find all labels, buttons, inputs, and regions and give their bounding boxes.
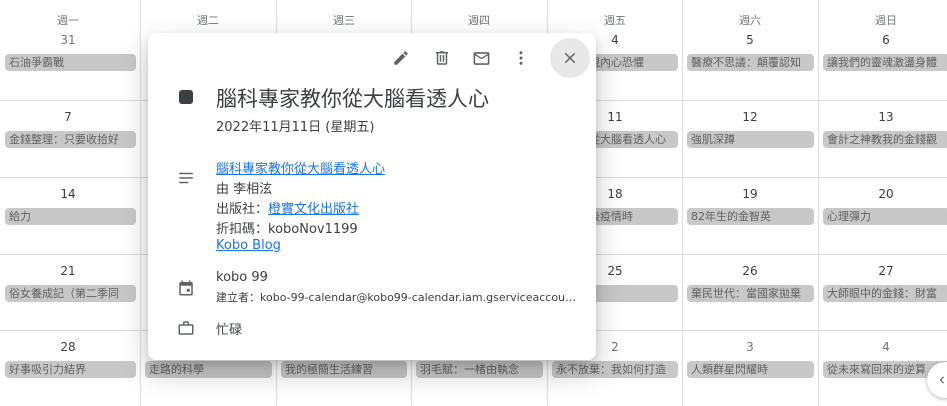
close-popup-button[interactable]: [550, 38, 590, 78]
event-chip[interactable]: 82年生的金智英: [687, 208, 814, 225]
day-number[interactable]: 6: [818, 33, 947, 47]
event-chip[interactable]: 金錢整理：只要收拾好: [5, 131, 136, 148]
event-chip[interactable]: 俗女養成記（第二季同: [5, 285, 136, 302]
weekday-header: 週四: [468, 14, 490, 27]
calendar-name: kobo 99: [216, 270, 268, 285]
edit-event-button[interactable]: [388, 45, 414, 71]
author-text: 由 李相泫: [216, 182, 273, 197]
event-chip[interactable]: 好事吸引力結界: [5, 361, 136, 378]
kobo-blog-link[interactable]: Kobo Blog: [216, 238, 281, 253]
weekday-header: 週六: [739, 14, 761, 27]
discount-code-text: 折扣碼：koboNov1199: [216, 222, 358, 237]
event-date: 2022年11月11日 (星期五): [216, 120, 375, 135]
event-chip[interactable]: 走路的科學: [145, 361, 272, 378]
weekday-header: 週一: [57, 14, 79, 27]
weekday-header: 週三: [333, 14, 355, 27]
day-number[interactable]: 3: [682, 340, 818, 354]
event-chip[interactable]: 羽毛賦：一楮由執念: [416, 361, 543, 378]
publisher-label: 出版社：: [216, 202, 269, 217]
delete-icon: [436, 51, 448, 65]
weekday-header: 週日: [875, 14, 897, 27]
day-number[interactable]: 28: [0, 340, 136, 354]
description-icon: [179, 172, 193, 184]
day-number[interactable]: 21: [0, 264, 136, 278]
day-number[interactable]: 19: [682, 187, 818, 201]
weekday-header: 週二: [197, 14, 219, 27]
event-chip[interactable]: 讓我們的靈魂激盪身體: [823, 54, 947, 71]
availability-status: 忙碌: [216, 323, 243, 338]
calendar-icon: [179, 280, 193, 296]
description-title-link[interactable]: 腦科專家教你從大腦看透人心: [216, 158, 385, 177]
event-chip[interactable]: 人類群星閃耀時: [687, 361, 814, 378]
day-number[interactable]: 13: [818, 110, 947, 124]
event-chip[interactable]: 大師眼中的金錢：財富: [823, 285, 947, 302]
weekday-header: 週五: [604, 14, 626, 27]
day-number[interactable]: 20: [818, 187, 947, 201]
calendar-creator: 建立者：kobo-99-calendar@kobo99-calendar.iam…: [216, 291, 578, 304]
close-icon: [564, 52, 576, 64]
publisher-link[interactable]: 橙實文化出版社: [268, 202, 359, 217]
event-chip[interactable]: 石油爭霸戰: [5, 54, 136, 71]
day-number[interactable]: 27: [818, 264, 947, 278]
event-color-square: [179, 90, 193, 104]
day-number[interactable]: 14: [0, 187, 136, 201]
busy-icon: [178, 321, 194, 335]
publisher-line: 出版社：橙實文化出版社: [216, 198, 359, 217]
delete-event-button[interactable]: [429, 45, 455, 71]
more-options-button[interactable]: [508, 45, 534, 71]
day-number[interactable]: 4: [818, 340, 947, 354]
email-icon: [473, 51, 489, 65]
event-chip[interactable]: 棄民世代：當國家拋棄: [687, 285, 814, 302]
day-number[interactable]: 31: [0, 33, 136, 47]
day-number[interactable]: 5: [682, 33, 818, 47]
more-options-icon: [519, 51, 523, 65]
email-guests-button[interactable]: [468, 45, 494, 71]
event-chip[interactable]: 醫療不思議：顛覆認知: [687, 54, 814, 71]
day-number[interactable]: 26: [682, 264, 818, 278]
event-details-popup: 腦科專家教你從大腦看透人心 2022年11月11日 (星期五) 腦科專家教你從大…: [148, 33, 596, 360]
event-chip[interactable]: 給力: [5, 208, 136, 225]
edit-icon: [394, 51, 408, 65]
event-chip[interactable]: 強肌深蹲: [687, 131, 814, 148]
event-chip[interactable]: 永不放棄：我如何打造: [552, 361, 678, 378]
chevron-left-icon: [939, 376, 944, 384]
event-chip[interactable]: 心理彈力: [823, 208, 947, 225]
event-title: 腦科專家教你從大腦看透人心: [216, 87, 489, 111]
event-chip[interactable]: 會計之神教我的金錢觀: [823, 131, 947, 148]
day-number[interactable]: 7: [0, 110, 136, 124]
day-number[interactable]: 12: [682, 110, 818, 124]
event-chip[interactable]: 我的極簡生活練習: [281, 361, 407, 378]
